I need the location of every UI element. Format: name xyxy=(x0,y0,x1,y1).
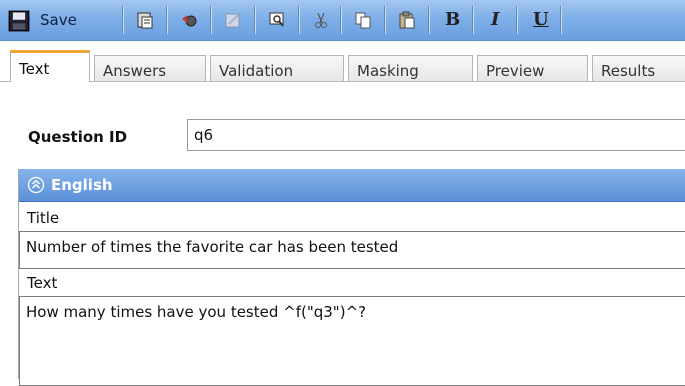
toolbar-separator xyxy=(166,6,167,34)
save-button[interactable]: Save xyxy=(6,6,116,34)
section-title: English xyxy=(51,176,113,194)
tab-bar: Text Answers Validation Masking Preview … xyxy=(0,41,685,83)
italic-button[interactable]: I xyxy=(480,6,510,34)
toolbar-separator xyxy=(254,6,255,34)
toolbar-separator xyxy=(210,6,211,34)
tab-answers[interactable]: Answers xyxy=(94,55,206,81)
title-field[interactable]: Number of times the favorite car has bee… xyxy=(19,231,685,269)
undo-button[interactable] xyxy=(174,6,204,34)
cut-icon xyxy=(315,12,327,28)
paste-icon xyxy=(399,11,415,29)
undo-icon xyxy=(182,15,197,27)
save-label: Save xyxy=(40,11,77,29)
title-field-label: Title xyxy=(27,209,60,227)
bold-button[interactable]: B xyxy=(436,6,466,34)
paste-button[interactable] xyxy=(392,6,422,34)
tab-results[interactable]: Results xyxy=(592,55,685,81)
copy-icon xyxy=(355,12,371,29)
toolbar-separator xyxy=(560,6,561,34)
toolbar-separator xyxy=(122,6,123,34)
copy-button[interactable] xyxy=(348,6,378,34)
toolbar-separator xyxy=(472,6,473,34)
paste-special-icon xyxy=(137,12,153,29)
underline-icon: U xyxy=(533,9,549,30)
paste-special-button[interactable] xyxy=(130,6,160,34)
toolbar-separator xyxy=(516,6,517,34)
find-icon xyxy=(269,12,284,27)
edit-icon xyxy=(225,13,240,28)
section-header[interactable]: English xyxy=(19,169,685,202)
tab-text[interactable]: Text xyxy=(10,50,90,82)
toolbar: Save B I U xyxy=(0,0,685,41)
italic-icon: I xyxy=(491,9,500,30)
underline-button[interactable]: U xyxy=(524,6,554,34)
text-field-label: Text xyxy=(27,274,58,292)
floppy-disk-icon xyxy=(8,10,30,32)
toolbar-separator xyxy=(340,6,341,34)
tab-masking[interactable]: Masking xyxy=(348,55,473,81)
tab-bar-divider xyxy=(0,81,685,82)
language-section: English Title Number of times the favori… xyxy=(18,169,685,386)
tab-validation[interactable]: Validation xyxy=(210,55,344,81)
edit-button[interactable] xyxy=(218,6,248,34)
toolbar-separator xyxy=(384,6,385,34)
question-id-label: Question ID xyxy=(28,128,128,146)
find-button[interactable] xyxy=(262,6,292,34)
text-field[interactable]: How many times have you tested ^f("q3")^… xyxy=(19,296,685,386)
collapse-icon[interactable] xyxy=(27,176,45,194)
tab-preview[interactable]: Preview xyxy=(477,55,588,81)
toolbar-separator xyxy=(428,6,429,34)
toolbar-separator xyxy=(298,6,299,34)
cut-button[interactable] xyxy=(306,6,336,34)
question-id-input[interactable] xyxy=(187,119,685,151)
bold-icon: B xyxy=(445,9,461,30)
